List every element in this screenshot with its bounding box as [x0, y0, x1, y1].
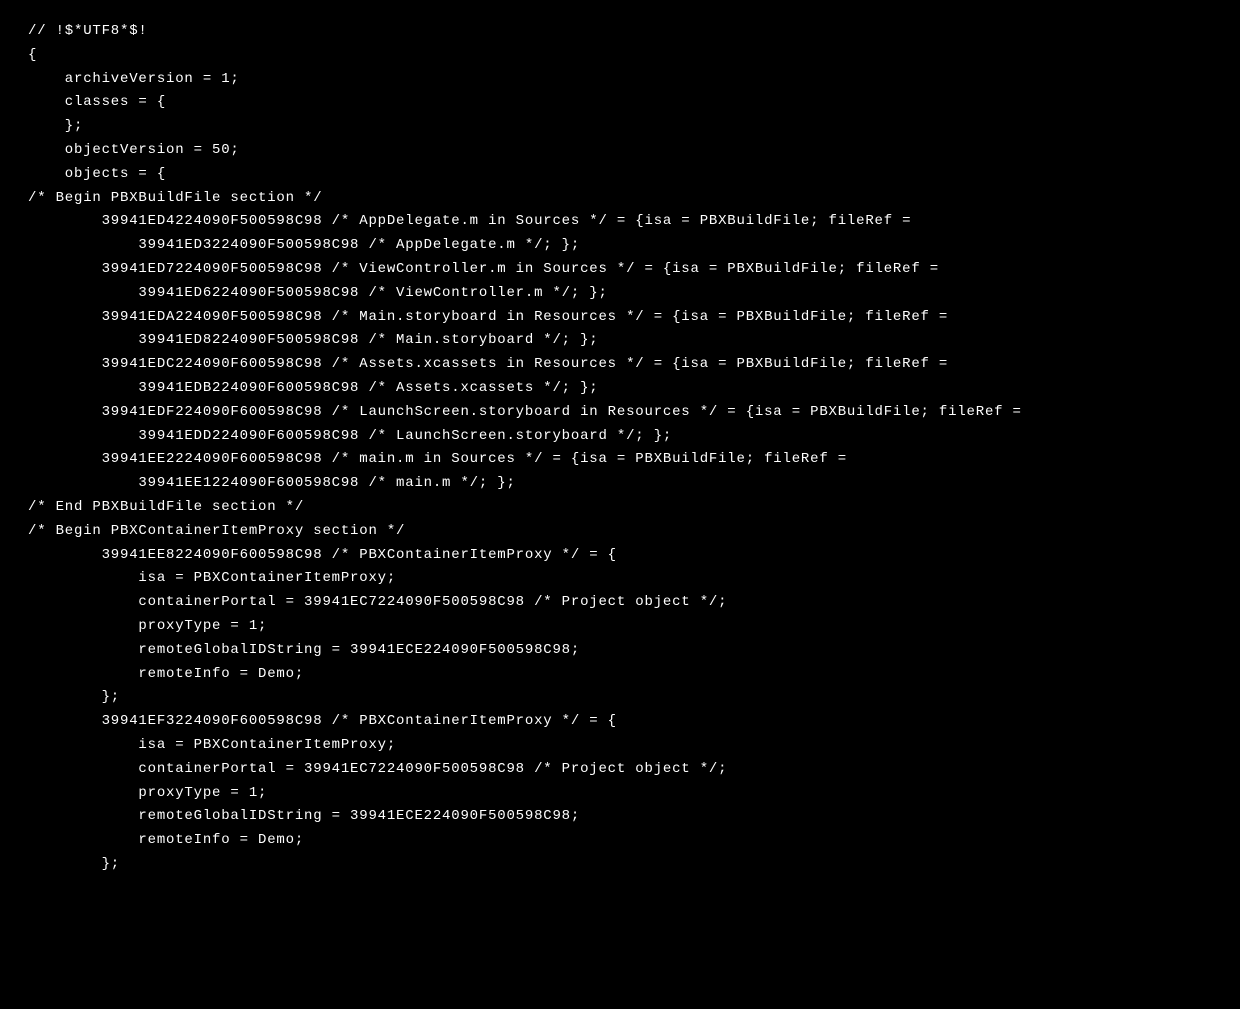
code-line: 39941EE2224090F600598C98 /* main.m in So…	[28, 448, 1240, 472]
code-line: 39941ED6224090F500598C98 /* ViewControll…	[28, 282, 1240, 306]
code-line: 39941EDB224090F600598C98 /* Assets.xcass…	[28, 377, 1240, 401]
code-line: 39941EF3224090F600598C98 /* PBXContainer…	[28, 710, 1240, 734]
code-line: 39941EDA224090F500598C98 /* Main.storybo…	[28, 306, 1240, 330]
code-line: 39941ED7224090F500598C98 /* ViewControll…	[28, 258, 1240, 282]
code-line: 39941ED3224090F500598C98 /* AppDelegate.…	[28, 234, 1240, 258]
code-line: remoteInfo = Demo;	[28, 829, 1240, 853]
code-line: proxyType = 1;	[28, 615, 1240, 639]
code-line: 39941EDF224090F600598C98 /* LaunchScreen…	[28, 401, 1240, 425]
code-viewer: // !$*UTF8*$!{ archiveVersion = 1; class…	[0, 0, 1240, 877]
code-line: /* Begin PBXBuildFile section */	[28, 187, 1240, 211]
code-line: {	[28, 44, 1240, 68]
code-line: classes = {	[28, 91, 1240, 115]
code-line: 39941EE8224090F600598C98 /* PBXContainer…	[28, 544, 1240, 568]
code-line: /* End PBXBuildFile section */	[28, 496, 1240, 520]
code-line: };	[28, 853, 1240, 877]
code-line: 39941EE1224090F600598C98 /* main.m */; }…	[28, 472, 1240, 496]
code-line: remoteGlobalIDString = 39941ECE224090F50…	[28, 805, 1240, 829]
code-line: };	[28, 115, 1240, 139]
code-line: isa = PBXContainerItemProxy;	[28, 567, 1240, 591]
code-line: /* Begin PBXContainerItemProxy section *…	[28, 520, 1240, 544]
code-line: objectVersion = 50;	[28, 139, 1240, 163]
code-line: proxyType = 1;	[28, 782, 1240, 806]
code-line: 39941ED4224090F500598C98 /* AppDelegate.…	[28, 210, 1240, 234]
code-line: };	[28, 686, 1240, 710]
code-line: 39941ED8224090F500598C98 /* Main.storybo…	[28, 329, 1240, 353]
code-line: 39941EDC224090F600598C98 /* Assets.xcass…	[28, 353, 1240, 377]
code-line: objects = {	[28, 163, 1240, 187]
code-line: remoteGlobalIDString = 39941ECE224090F50…	[28, 639, 1240, 663]
code-line: isa = PBXContainerItemProxy;	[28, 734, 1240, 758]
code-line: 39941EDD224090F600598C98 /* LaunchScreen…	[28, 425, 1240, 449]
code-line: containerPortal = 39941EC7224090F500598C…	[28, 591, 1240, 615]
code-line: // !$*UTF8*$!	[28, 20, 1240, 44]
code-line: remoteInfo = Demo;	[28, 663, 1240, 687]
code-line: containerPortal = 39941EC7224090F500598C…	[28, 758, 1240, 782]
code-line: archiveVersion = 1;	[28, 68, 1240, 92]
